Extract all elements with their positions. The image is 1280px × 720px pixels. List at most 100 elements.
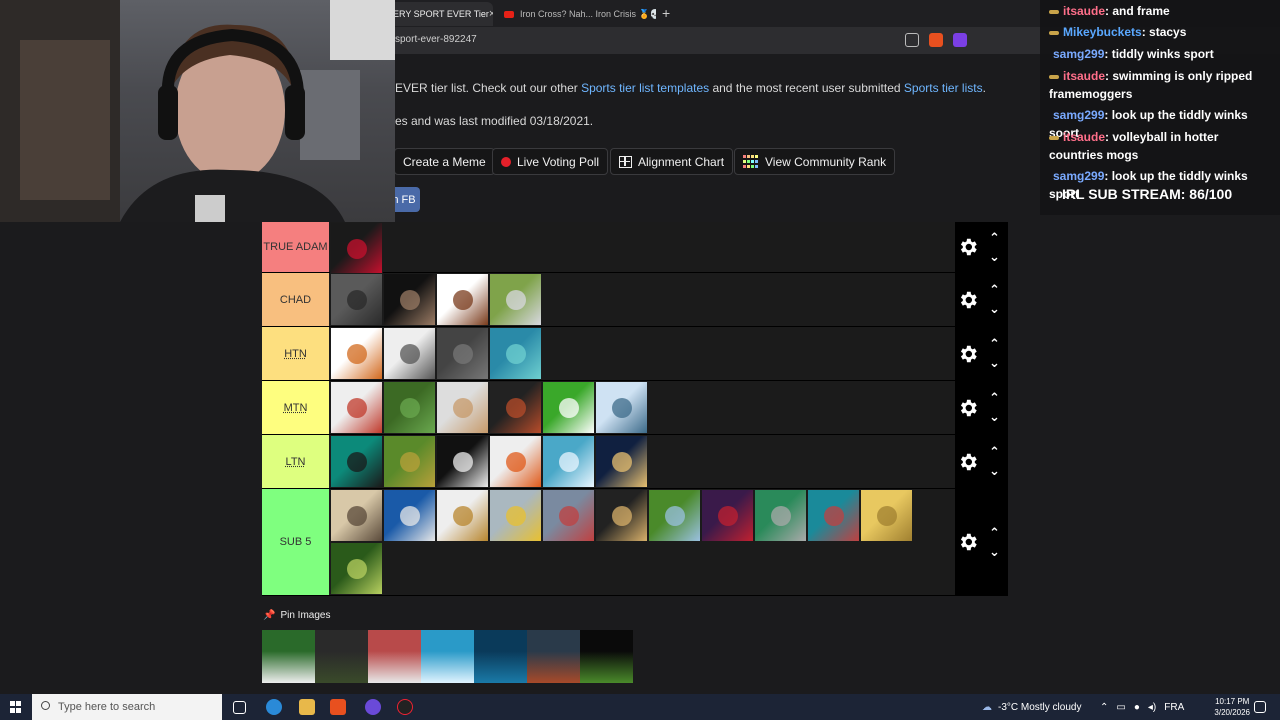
move-down-icon[interactable]: ⌄ (989, 410, 1000, 423)
move-up-icon[interactable]: ⌃ (989, 526, 1000, 539)
sport-image-tile[interactable] (542, 435, 595, 488)
tier-label[interactable]: CHAD (262, 273, 329, 326)
sport-image-tile[interactable] (330, 381, 383, 434)
sport-image-tile[interactable] (489, 381, 542, 434)
move-up-icon[interactable]: ⌃ (989, 283, 1000, 296)
sport-image-tile[interactable] (383, 327, 436, 380)
sport-image-tile[interactable] (383, 489, 436, 542)
tier-label[interactable]: MTN (262, 381, 329, 434)
network-icon[interactable]: ▭ (1116, 702, 1125, 713)
chat-username[interactable]: itsaude (1063, 69, 1105, 83)
weather-widget[interactable]: ☁ -3°C Mostly cloudy (982, 694, 1081, 720)
sport-image-tile[interactable] (489, 435, 542, 488)
tier-label[interactable]: SUB 5 (262, 489, 329, 595)
pin-images-label[interactable]: 📌 Pin Images (263, 610, 330, 621)
move-down-icon[interactable]: ⌄ (989, 356, 1000, 369)
file-explorer-icon[interactable] (299, 699, 315, 715)
sport-image-tile[interactable] (383, 381, 436, 434)
sport-image-tile[interactable] (807, 489, 860, 542)
sport-image-tile[interactable] (330, 222, 383, 275)
live-voting-poll-button[interactable]: Live Voting Poll (492, 148, 609, 175)
clock[interactable]: 10:17 PM 3/20/2026 (1214, 696, 1250, 718)
language-indicator[interactable]: FRA (1164, 702, 1184, 713)
chat-username[interactable]: Mikeybuckets (1063, 25, 1142, 39)
create-meme-button[interactable]: Create a Meme (394, 148, 495, 175)
copilot-icon[interactable] (266, 699, 282, 715)
brave-shield-icon[interactable] (929, 33, 943, 47)
sport-image-tile[interactable] (436, 489, 489, 542)
move-up-icon[interactable]: ⌃ (989, 445, 1000, 458)
task-view-icon[interactable] (233, 701, 246, 714)
sport-image-tile[interactable] (489, 489, 542, 542)
bank-image-tile[interactable] (368, 630, 421, 683)
gear-icon[interactable] (957, 343, 979, 365)
sport-image-tile[interactable] (436, 435, 489, 488)
sport-image-tile[interactable] (436, 273, 489, 326)
chat-username[interactable]: samg299 (1053, 169, 1104, 183)
bank-image-tile[interactable] (474, 630, 527, 683)
sport-image-tile[interactable] (436, 327, 489, 380)
tier-label[interactable]: HTN (262, 327, 329, 380)
gear-icon[interactable] (957, 451, 979, 473)
move-up-icon[interactable]: ⌃ (989, 231, 1000, 244)
sport-image-tile[interactable] (330, 327, 383, 380)
url-field[interactable]: sport-ever-892247 (395, 34, 477, 45)
alignment-chart-button[interactable]: Alignment Chart (610, 148, 734, 175)
gear-icon[interactable] (957, 397, 979, 419)
sport-image-tile[interactable] (330, 273, 383, 326)
gear-icon[interactable] (957, 531, 979, 553)
chat-username[interactable]: itsaude (1063, 4, 1105, 18)
microphone-icon[interactable]: ● (1134, 702, 1140, 713)
taskbar-search-input[interactable]: Type here to search (32, 694, 222, 720)
move-down-icon[interactable]: ⌄ (989, 250, 1000, 263)
gear-icon[interactable] (957, 289, 979, 311)
sport-image-tile[interactable] (860, 489, 913, 542)
sport-image-tile[interactable] (436, 381, 489, 434)
bank-image-tile[interactable] (421, 630, 474, 683)
bank-image-tile[interactable] (262, 630, 315, 683)
move-up-icon[interactable]: ⌃ (989, 337, 1000, 350)
tab-tier-list[interactable]: ERY SPORT EVER Tier × (385, 2, 493, 26)
tier-lists-link[interactable]: Sports tier lists (904, 81, 983, 95)
tier-label[interactable]: TRUE ADAM (262, 222, 329, 272)
sport-image-tile[interactable] (648, 489, 701, 542)
brave-browser-icon[interactable] (330, 699, 346, 715)
bank-image-tile[interactable] (527, 630, 580, 683)
close-tab-icon[interactable]: × (489, 8, 493, 20)
tab-youtube[interactable]: Iron Cross? Nah... Iron Crisis 🏅💀 # (496, 2, 656, 26)
chat-username[interactable]: samg299 (1053, 108, 1104, 122)
sport-image-tile[interactable] (595, 381, 648, 434)
move-down-icon[interactable]: ⌄ (989, 464, 1000, 477)
share-icon[interactable] (905, 33, 919, 47)
templates-link[interactable]: Sports tier list templates (581, 81, 709, 95)
view-community-rank-button[interactable]: View Community Rank (734, 148, 896, 175)
brave-rewards-icon[interactable] (953, 33, 967, 47)
gear-icon[interactable] (957, 236, 979, 258)
obs-icon[interactable] (397, 699, 413, 715)
sport-image-tile[interactable] (383, 273, 436, 326)
sport-image-tile[interactable] (330, 542, 383, 595)
new-tab-button[interactable]: + (662, 5, 670, 21)
sport-image-tile[interactable] (542, 489, 595, 542)
discord-icon[interactable] (365, 699, 381, 715)
sport-image-tile[interactable] (595, 435, 648, 488)
chat-username[interactable]: itsaude (1063, 130, 1105, 144)
sport-image-tile[interactable] (701, 489, 754, 542)
chat-username[interactable]: samg299 (1053, 47, 1104, 61)
bank-image-tile[interactable] (580, 630, 633, 683)
tier-label[interactable]: LTN (262, 435, 329, 488)
notifications-icon[interactable] (1254, 701, 1266, 713)
sport-image-tile[interactable] (595, 489, 648, 542)
sport-image-tile[interactable] (330, 489, 383, 542)
sport-image-tile[interactable] (330, 435, 383, 488)
sport-image-tile[interactable] (754, 489, 807, 542)
move-down-icon[interactable]: ⌄ (989, 545, 1000, 558)
speaker-icon[interactable]: ◂) (1148, 702, 1156, 713)
move-down-icon[interactable]: ⌄ (989, 302, 1000, 315)
tray-chevron-icon[interactable]: ⌃ (1100, 702, 1108, 713)
sport-image-tile[interactable] (542, 381, 595, 434)
windows-start-icon[interactable] (10, 701, 22, 713)
sport-image-tile[interactable] (383, 435, 436, 488)
sport-image-tile[interactable] (489, 327, 542, 380)
bank-image-tile[interactable] (315, 630, 368, 683)
